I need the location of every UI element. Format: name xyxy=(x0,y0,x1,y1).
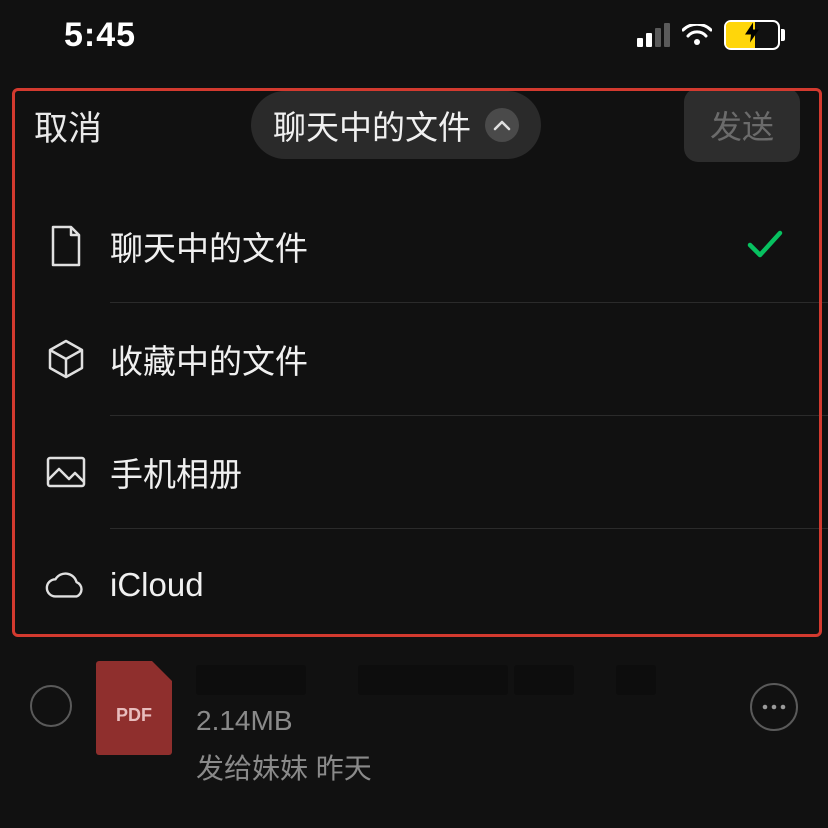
file-icon xyxy=(44,225,88,267)
cellular-signal-icon xyxy=(637,23,670,47)
chevron-up-icon xyxy=(485,108,519,142)
screen: 5:45 取消 聊天中的文件 发送 xyxy=(0,0,828,828)
source-dropdown: 聊天中的文件 收藏中的文件 手机相册 iCloud xyxy=(0,190,828,641)
source-selector[interactable]: 聊天中的文件 xyxy=(251,91,541,159)
dropdown-item-icloud[interactable]: iCloud xyxy=(0,529,828,641)
file-size: 2.14MB xyxy=(196,705,726,737)
file-type-label: PDF xyxy=(116,705,152,726)
dropdown-item-label: iCloud xyxy=(110,566,204,604)
status-right xyxy=(637,20,780,50)
file-sent-to: 发给妹妹 xyxy=(196,753,308,784)
file-sent-when: 昨天 xyxy=(316,753,372,784)
dropdown-item-album[interactable]: 手机相册 xyxy=(0,416,828,528)
charging-bolt-icon xyxy=(745,23,759,47)
dropdown-item-favorites[interactable]: 收藏中的文件 xyxy=(0,303,828,415)
wifi-icon xyxy=(682,24,712,46)
checkmark-icon xyxy=(746,229,784,264)
more-button[interactable] xyxy=(750,683,798,731)
source-selector-label: 聊天中的文件 xyxy=(273,101,471,149)
file-meta: 2.14MB 发给妹妹 昨天 xyxy=(196,661,726,787)
photo-icon xyxy=(44,455,88,489)
file-subtitle: 发给妹妹 昨天 xyxy=(196,747,726,787)
status-bar: 5:45 xyxy=(0,0,828,70)
file-thumbnail: PDF xyxy=(96,661,172,755)
cube-icon xyxy=(44,338,88,380)
status-time: 5:45 xyxy=(64,16,136,55)
dropdown-item-label: 聊天中的文件 xyxy=(110,222,308,270)
select-radio[interactable] xyxy=(30,685,72,727)
cancel-button[interactable]: 取消 xyxy=(28,100,108,151)
dropdown-item-chat-files[interactable]: 聊天中的文件 xyxy=(0,190,828,302)
nav-bar: 取消 聊天中的文件 发送 xyxy=(0,70,828,190)
battery-icon xyxy=(724,20,780,50)
file-row[interactable]: PDF 2.14MB 发给妹妹 昨天 xyxy=(0,641,828,787)
send-button[interactable]: 发送 xyxy=(684,88,800,162)
dropdown-item-label: 收藏中的文件 xyxy=(110,335,308,383)
cloud-icon xyxy=(44,569,88,601)
dropdown-item-label: 手机相册 xyxy=(110,448,242,496)
file-title-redacted xyxy=(196,665,726,695)
